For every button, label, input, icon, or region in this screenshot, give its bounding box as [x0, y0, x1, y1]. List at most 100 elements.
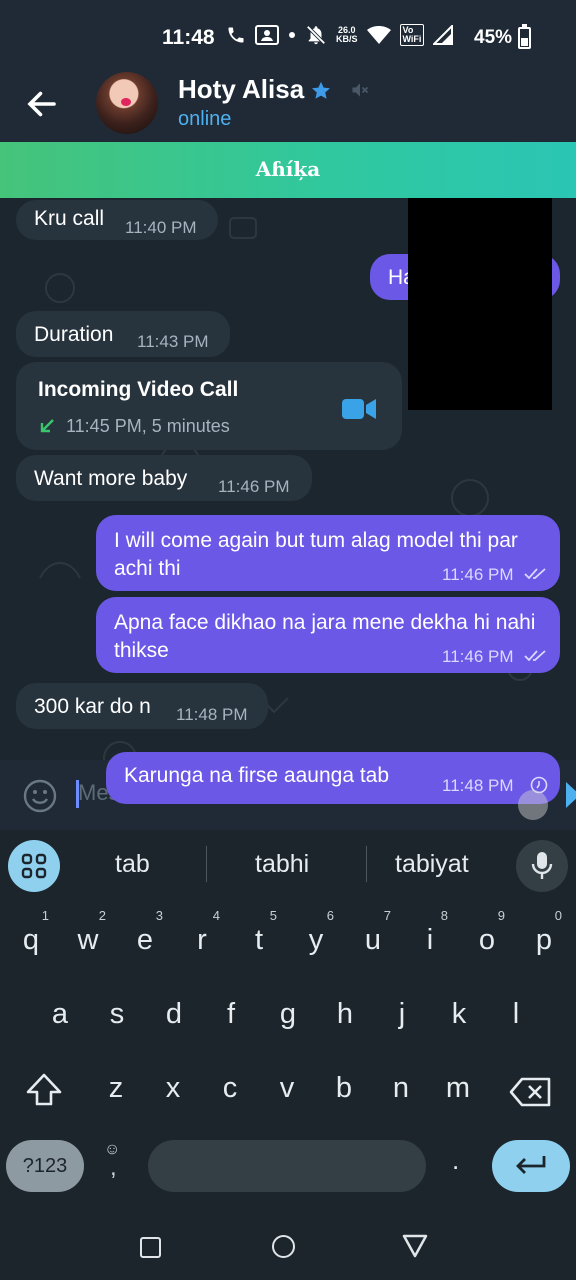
key-hint: 5	[269, 908, 277, 923]
muted-speaker-icon	[352, 83, 369, 97]
key-t[interactable]: t5	[231, 908, 287, 972]
key-i[interactable]: i8	[402, 908, 458, 972]
message-bubble-outgoing[interactable]: Karunga na firse aaunga tab 11:48 PM	[106, 752, 560, 804]
nav-back-icon[interactable]	[402, 1234, 428, 1258]
key-hint: 8	[440, 908, 448, 923]
suggestion-1[interactable]: tab	[115, 850, 150, 879]
message-bubble-outgoing[interactable]: Apna face dikhao na jara mene dekha hi n…	[96, 597, 560, 673]
read-ticks-icon	[524, 650, 546, 662]
contact-name[interactable]: Hoty Alisa	[178, 74, 304, 105]
signal-icon	[433, 25, 454, 45]
key-x[interactable]: x	[145, 1056, 201, 1120]
message-text: Want more baby	[34, 467, 188, 490]
key-f[interactable]: f	[203, 982, 259, 1046]
suggestion-2[interactable]: tabhi	[255, 850, 309, 879]
key-k[interactable]: k	[431, 982, 487, 1046]
verified-star-icon	[312, 81, 330, 99]
key-hint: 0	[554, 908, 562, 923]
microphone-icon	[531, 852, 553, 879]
call-log-bubble[interactable]: Incoming Video Call 11:45 PM, 5 minutes	[16, 362, 402, 450]
volte-wifi-badge: Vo WiFi	[399, 24, 425, 46]
key-y[interactable]: y6	[288, 908, 344, 972]
key-u[interactable]: u7	[345, 908, 401, 972]
message-time: 11:48 PM	[176, 705, 248, 724]
key-e[interactable]: e3	[117, 908, 173, 972]
key-n[interactable]: n	[373, 1056, 429, 1120]
suggestion-strip: tab tabhi tabiyat	[0, 830, 576, 900]
shift-key-icon[interactable]	[24, 1072, 64, 1108]
pinned-banner[interactable]: Aɦíķa	[0, 142, 576, 198]
key-hint: 7	[383, 908, 391, 923]
key-b[interactable]: b	[316, 1056, 372, 1120]
key-s[interactable]: s	[89, 982, 145, 1046]
wifi-icon	[366, 26, 391, 44]
symbols-key[interactable]: ?123	[6, 1140, 84, 1192]
key-z[interactable]: z	[88, 1056, 144, 1120]
send-icon[interactable]	[566, 780, 576, 810]
period-key[interactable]: .	[452, 1145, 459, 1176]
message-bubble-outgoing[interactable]: I will come again but tum alag model thi…	[96, 515, 560, 591]
key-m[interactable]: m	[430, 1056, 486, 1120]
message-time: 11:46 PM	[442, 565, 514, 584]
status-time: 11:48	[162, 26, 215, 49]
banner-text: Aɦíķa	[255, 157, 321, 181]
message-text: Kru call	[34, 207, 105, 230]
soft-keyboard: tab tabhi tabiyat q1w2e3r4t5y6u7i8o9p0 as…	[0, 830, 576, 1210]
battery-icon	[518, 24, 531, 49]
enter-key[interactable]	[492, 1140, 570, 1192]
key-h[interactable]: h	[317, 982, 373, 1046]
comma-label: ,	[110, 1154, 117, 1181]
key-r[interactable]: r4	[174, 908, 230, 972]
incoming-call-arrow-icon	[40, 419, 54, 433]
key-q[interactable]: q1	[3, 908, 59, 972]
keyboard-menu-button[interactable]	[8, 840, 60, 892]
call-detail: 11:45 PM, 5 minutes	[66, 416, 230, 436]
dot-icon	[289, 32, 295, 38]
key-w[interactable]: w2	[60, 908, 116, 972]
message-bubble-incoming[interactable]: Duration 11:43 PM	[16, 311, 230, 357]
key-c[interactable]: c	[202, 1056, 258, 1120]
key-hint: 2	[98, 908, 106, 923]
key-o[interactable]: o9	[459, 908, 515, 972]
message-text: 300 kar do n	[34, 695, 151, 718]
back-arrow-icon[interactable]	[24, 86, 60, 122]
chat-header: Hoty Alisa online	[0, 72, 576, 142]
space-bar[interactable]	[148, 1140, 426, 1192]
suggestion-divider	[206, 846, 207, 882]
message-text: Duration	[34, 323, 114, 346]
online-status: online	[178, 108, 232, 130]
message-bubble-incoming[interactable]: Want more baby 11:46 PM	[16, 455, 312, 501]
comma-emoji-key[interactable]: ☺ ,	[104, 1142, 120, 1181]
enter-arrow-icon	[516, 1156, 546, 1174]
navigation-bar	[0, 1210, 576, 1280]
backspace-key-icon[interactable]	[508, 1076, 552, 1108]
status-bar: 11:48 26.0 KB/S Vo WiFi 45%	[0, 0, 576, 72]
home-button[interactable]	[272, 1235, 295, 1258]
read-ticks-icon	[524, 568, 546, 580]
message-time: 11:46 PM	[218, 477, 290, 496]
key-g[interactable]: g	[260, 982, 316, 1046]
key-j[interactable]: j	[374, 982, 430, 1046]
call-title: Incoming Video Call	[38, 378, 239, 401]
message-bubble-incoming[interactable]: 300 kar do n 11:48 PM	[16, 683, 268, 729]
video-call-icon[interactable]	[342, 398, 376, 420]
emoji-icon[interactable]	[22, 778, 58, 814]
key-v[interactable]: v	[259, 1056, 315, 1120]
voice-input-button[interactable]	[516, 840, 568, 892]
key-a[interactable]: a	[32, 982, 88, 1046]
contacts-icon	[255, 25, 279, 45]
suggestion-divider	[366, 846, 367, 882]
redaction-box	[408, 198, 552, 410]
key-d[interactable]: d	[146, 982, 202, 1046]
key-p[interactable]: p0	[516, 908, 572, 972]
message-text: Karunga na firse aaunga tab	[124, 764, 390, 787]
message-bubble-incoming[interactable]: Kru call 11:40 PM	[16, 200, 218, 240]
recent-apps-button[interactable]	[140, 1237, 161, 1258]
suggestion-3[interactable]: tabiyat	[395, 850, 469, 879]
key-hint: 6	[326, 908, 334, 923]
battery-percentage: 45%	[474, 27, 513, 48]
chat-area[interactable]: Kru call 11:40 PM Ha Duration 11:43 PM I…	[0, 198, 576, 830]
mute-notifications-icon	[306, 25, 326, 45]
key-l[interactable]: l	[488, 982, 544, 1046]
avatar[interactable]	[96, 72, 158, 134]
